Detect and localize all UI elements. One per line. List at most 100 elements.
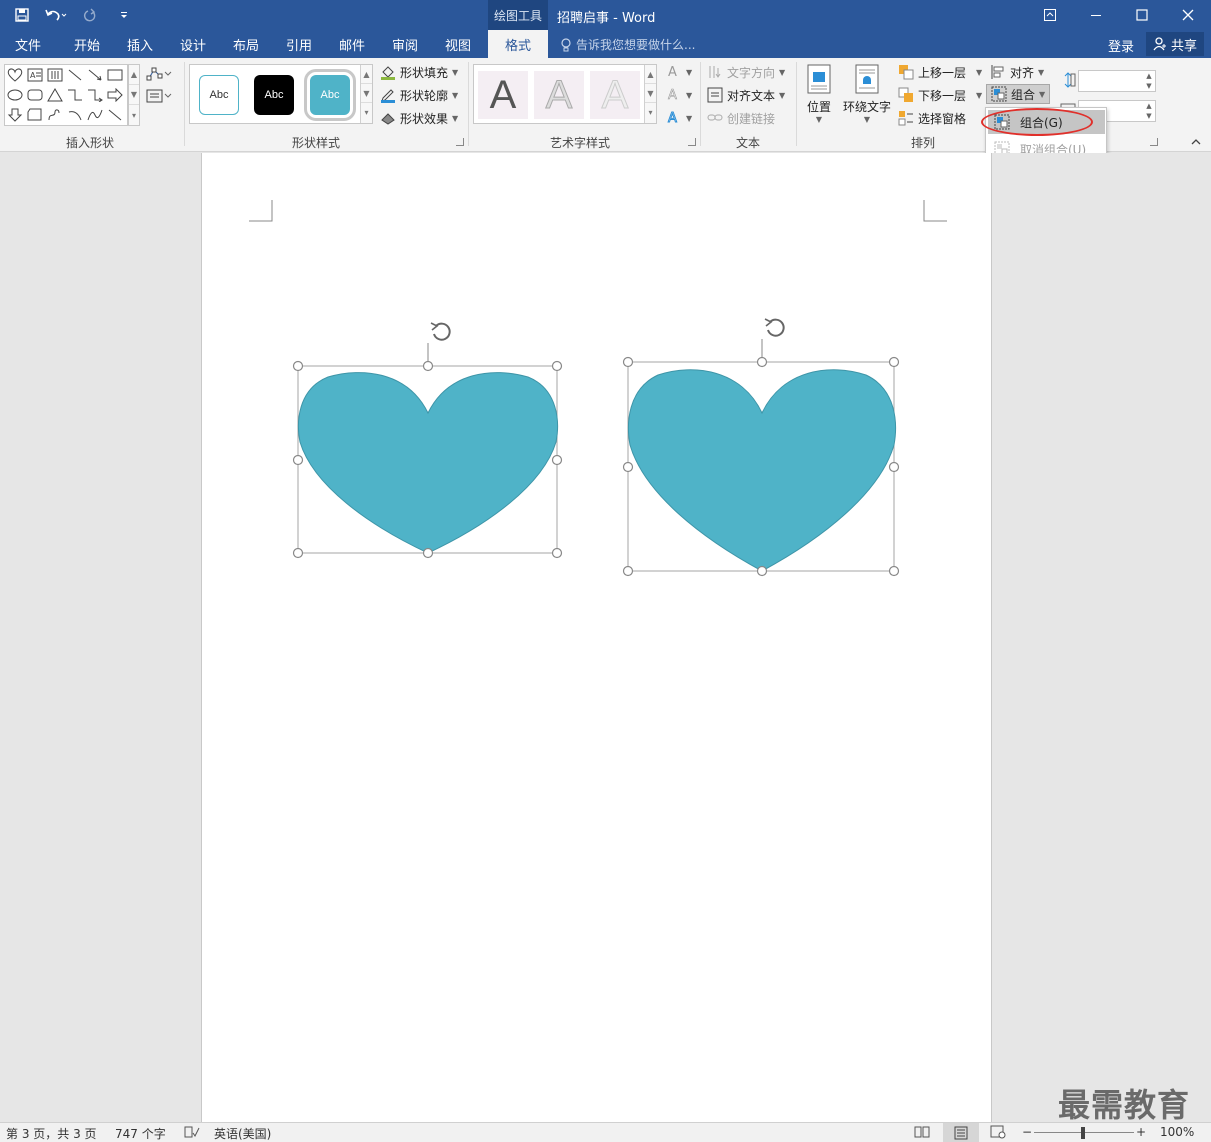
selection-pane-button[interactable]: 选择窗格 (898, 108, 966, 128)
edit-shape-button[interactable] (144, 64, 174, 84)
shape-styles-launcher-icon[interactable] (456, 138, 464, 146)
shape-effects-button[interactable]: 形状效果 ▼ (380, 108, 458, 128)
read-mode-icon[interactable] (914, 1125, 930, 1142)
style-swatch-outline[interactable]: Abc (199, 75, 239, 115)
send-backward-button[interactable]: 下移一层 ▼ (898, 85, 982, 105)
scroll-up-icon[interactable]: ▲ (361, 65, 372, 84)
tab-file[interactable]: 文件 (0, 30, 56, 58)
gallery-more-icon[interactable]: ▾ (645, 103, 656, 122)
scroll-up-icon[interactable]: ▲ (129, 65, 139, 85)
rounded-rectangle-shape-icon[interactable] (25, 85, 45, 105)
close-icon[interactable] (1165, 0, 1211, 30)
align-button[interactable]: 对齐 ▼ (990, 62, 1044, 82)
tab-design[interactable]: 设计 (166, 30, 220, 58)
shape-fill-button[interactable]: 形状填充 ▼ (380, 62, 458, 82)
draw-text-box-button[interactable] (144, 86, 174, 106)
callout-shape-icon[interactable] (25, 105, 45, 125)
proofing-icon[interactable] (184, 1125, 200, 1142)
redo-icon[interactable] (76, 4, 104, 26)
right-arrow-shape-icon[interactable] (105, 85, 125, 105)
word-count[interactable]: 747 个字 (115, 1125, 166, 1142)
vertical-text-box-icon[interactable] (45, 65, 65, 85)
zoom-slider-thumb[interactable] (1081, 1127, 1085, 1139)
scroll-down-icon[interactable]: ▼ (645, 84, 656, 103)
rectangle-shape-icon[interactable] (105, 65, 125, 85)
wordart-style-dark[interactable]: A (478, 71, 528, 119)
scroll-up-icon[interactable]: ▲ (645, 65, 656, 84)
tab-insert[interactable]: 插入 (114, 30, 166, 58)
spin-up-icon[interactable]: ▲ (1146, 102, 1151, 110)
arc-shape-icon[interactable] (65, 105, 85, 125)
tab-review[interactable]: 审阅 (378, 30, 432, 58)
wordart-style-outline[interactable]: A (534, 71, 584, 119)
wordart-gallery-scroll[interactable]: ▲ ▼ ▾ (644, 65, 656, 123)
tab-mailings[interactable]: 邮件 (326, 30, 378, 58)
freeform-shape-icon[interactable] (45, 105, 65, 125)
style-swatch-black[interactable]: Abc (254, 75, 294, 115)
zoom-in-icon[interactable]: + (1136, 1125, 1146, 1139)
text-outline-button[interactable]: A ▼ (666, 85, 692, 105)
elbow-connector-shape-icon[interactable] (65, 85, 85, 105)
zoom-out-icon[interactable]: − (1022, 1125, 1032, 1139)
shape-outline-button[interactable]: 形状轮廓 ▼ (380, 85, 458, 105)
styles-gallery-scroll[interactable]: ▲ ▼ ▾ (360, 65, 372, 123)
tell-me-search[interactable]: 告诉我您想要做什么... (560, 36, 695, 53)
page-count[interactable]: 第 3 页，共 3 页 (6, 1125, 97, 1142)
text-box-icon[interactable]: A (25, 65, 45, 85)
create-link-button[interactable]: 创建链接 (707, 108, 775, 128)
text-effects-button[interactable]: A ▼ (666, 108, 693, 128)
tab-home[interactable]: 开始 (60, 30, 114, 58)
line-shape-icon[interactable] (65, 65, 85, 85)
collapse-ribbon-icon[interactable] (1186, 134, 1206, 150)
rotate-handle-icon[interactable] (764, 318, 785, 337)
arrow-line-shape-icon[interactable] (85, 65, 105, 85)
scroll-down-icon[interactable]: ▼ (361, 84, 372, 103)
size-launcher-icon[interactable] (1150, 138, 1158, 146)
print-layout-icon[interactable] (943, 1123, 979, 1142)
gallery-more-icon[interactable]: ▾ (361, 103, 372, 122)
gallery-more-icon[interactable]: ▾ (129, 105, 139, 125)
curve-shape-icon[interactable] (85, 105, 105, 125)
spin-down-icon[interactable]: ▼ (1146, 82, 1151, 90)
wrap-text-button[interactable]: 环绕文字 ▼ (843, 64, 891, 124)
tab-references[interactable]: 引用 (272, 30, 326, 58)
position-button[interactable]: 位置 ▼ (806, 64, 832, 124)
wordart-launcher-icon[interactable] (688, 138, 696, 146)
heart-shape-2[interactable] (618, 313, 908, 581)
customize-qat-icon[interactable] (110, 4, 138, 26)
tab-layout[interactable]: 布局 (220, 30, 272, 58)
shapes-gallery-scroll[interactable]: ▲ ▼ ▾ (128, 64, 140, 126)
spin-up-icon[interactable]: ▲ (1146, 72, 1151, 80)
document-page[interactable] (201, 153, 992, 1122)
maximize-icon[interactable] (1119, 0, 1165, 30)
wordart-style-light[interactable]: A (590, 71, 640, 119)
oval-shape-icon[interactable] (5, 85, 25, 105)
down-arrow-shape-icon[interactable] (5, 105, 25, 125)
tab-view[interactable]: 视图 (432, 30, 484, 58)
rotate-handle-icon[interactable] (430, 322, 451, 341)
tab-format[interactable]: 格式 (488, 30, 548, 58)
heart-shape-1[interactable] (288, 317, 568, 567)
scroll-down-icon[interactable]: ▼ (129, 85, 139, 105)
ribbon-display-options-icon[interactable] (1027, 0, 1073, 30)
heart-shape-icon[interactable] (5, 65, 25, 85)
elbow-arrow-shape-icon[interactable] (85, 85, 105, 105)
spin-down-icon[interactable]: ▼ (1146, 112, 1151, 120)
web-layout-icon[interactable] (990, 1125, 1006, 1142)
scribble-shape-icon[interactable] (105, 105, 125, 125)
triangle-shape-icon[interactable] (45, 85, 65, 105)
text-direction-button[interactable]: 文字方向 ▼ (707, 62, 785, 82)
undo-icon[interactable] (42, 4, 70, 26)
align-text-button[interactable]: 对齐文本 ▼ (707, 85, 785, 105)
group-objects-button[interactable]: 组合 ▼ (986, 84, 1051, 104)
sign-in-link[interactable]: 登录 (1108, 36, 1134, 55)
share-button[interactable]: 共享 (1146, 32, 1204, 56)
style-swatch-teal-selected[interactable]: Abc (304, 69, 356, 121)
minimize-icon[interactable] (1073, 0, 1119, 30)
text-fill-button[interactable]: A ▼ (666, 62, 692, 82)
bring-forward-button[interactable]: 上移一层 ▼ (898, 62, 982, 82)
save-icon[interactable] (8, 4, 36, 26)
shape-height-input[interactable]: ▲ ▼ (1078, 70, 1156, 92)
language-indicator[interactable]: 英语(美国) (214, 1125, 271, 1142)
zoom-level[interactable]: 100% (1160, 1125, 1194, 1139)
